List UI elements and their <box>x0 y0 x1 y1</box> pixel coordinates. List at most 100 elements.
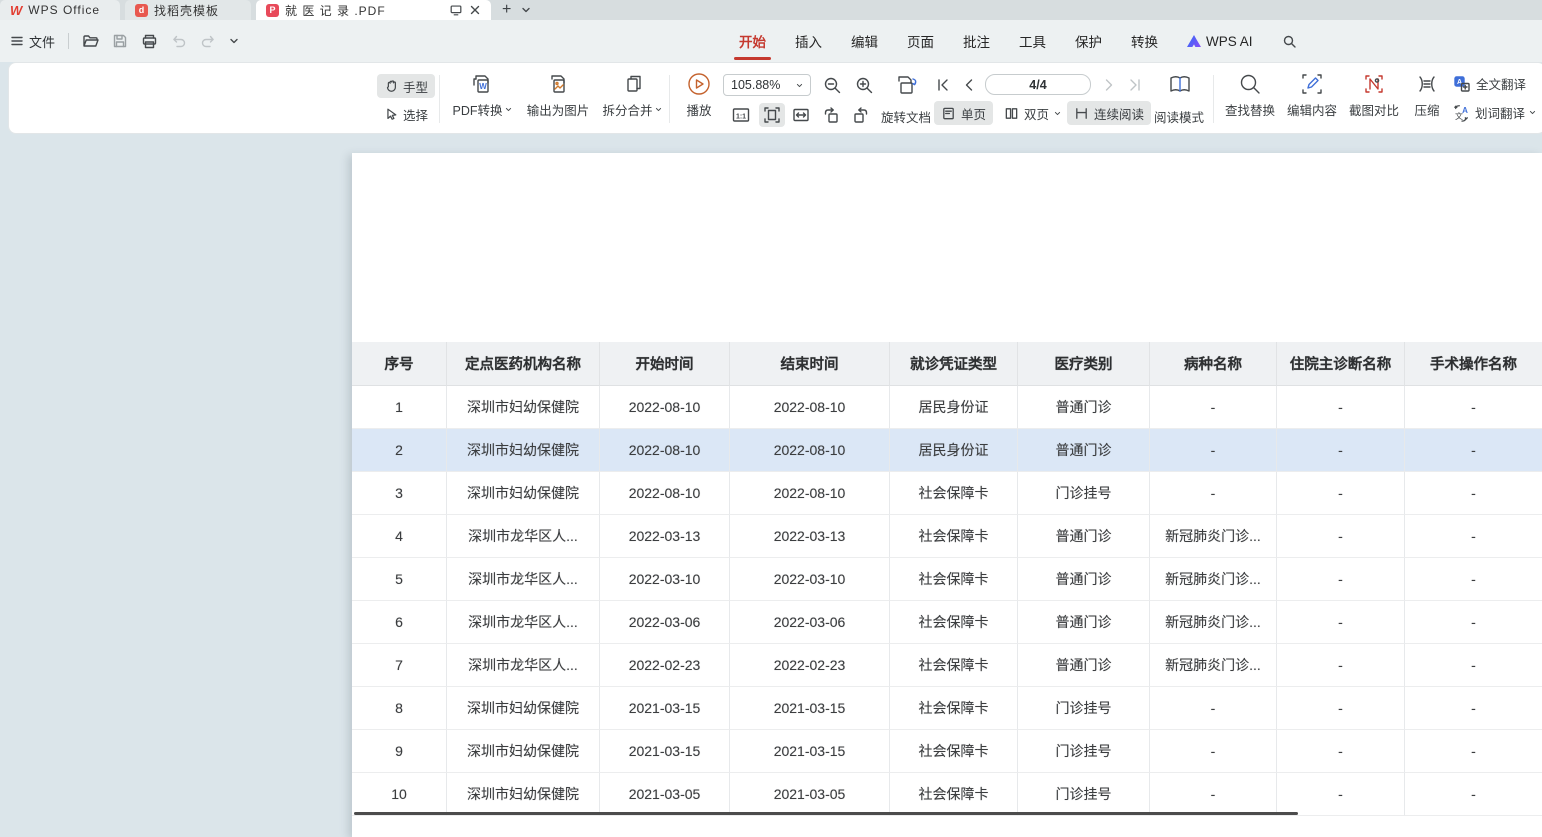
table-cell: - <box>1150 730 1277 773</box>
table-cell: 2022-02-23 <box>730 644 890 687</box>
tab-docer-templates[interactable]: d 找稻壳模板 <box>125 0 251 20</box>
pdf-page: 序号定点医药机构名称开始时间结束时间就诊凭证类型医疗类别病种名称住院主诊断名称手… <box>352 153 1542 837</box>
table-cell: 居民身份证 <box>890 429 1018 472</box>
table-cell: 普通门诊 <box>1018 601 1150 644</box>
table-cell: 社会保障卡 <box>890 730 1018 773</box>
table-cell: 7 <box>352 644 447 687</box>
document-area: 序号定点医药机构名称开始时间结束时间就诊凭证类型医疗类别病种名称住院主诊断名称手… <box>0 134 1542 837</box>
menu-item-page[interactable]: 页面 <box>907 31 934 51</box>
table-cell: 2021-03-15 <box>730 687 890 730</box>
ribbon-toolbar: 手型 选择 W PDF转换 输出为图片 拆分合并 播放 105.88% <box>8 62 1542 134</box>
select-tool-button[interactable]: 选择 <box>377 102 435 126</box>
zoom-level-select[interactable]: 105.88% <box>723 74 811 96</box>
table-cell: 新冠肺炎门诊... <box>1150 558 1277 601</box>
table-cell: - <box>1277 515 1405 558</box>
fit-page-button[interactable] <box>759 103 785 127</box>
last-page-icon[interactable] <box>1127 77 1143 93</box>
edit-content-button[interactable]: 编辑内容 <box>1283 71 1341 119</box>
menu-item-comment[interactable]: 批注 <box>963 31 990 51</box>
first-page-icon[interactable] <box>935 77 951 93</box>
next-page-icon[interactable] <box>1101 77 1117 93</box>
table-cell: - <box>1277 730 1405 773</box>
menu-item-edit[interactable]: 编辑 <box>851 31 878 51</box>
table-cell: - <box>1277 472 1405 515</box>
divider <box>1213 75 1214 123</box>
double-page-button[interactable]: 双页 <box>997 101 1068 125</box>
print-icon[interactable] <box>141 33 158 50</box>
table-cell: - <box>1405 558 1542 601</box>
file-menu-button[interactable]: 文件 <box>10 32 55 51</box>
svg-text:1:1: 1:1 <box>736 114 746 121</box>
redo-icon[interactable] <box>200 33 216 49</box>
rotate-right-icon[interactable] <box>851 105 871 125</box>
table-cell: 2022-08-10 <box>600 429 730 472</box>
word-translate-button[interactable]: A文 划词翻译 <box>1453 103 1536 122</box>
monitor-icon[interactable] <box>449 3 463 17</box>
menu-item-convert[interactable]: 转换 <box>1131 31 1158 51</box>
split-merge-button[interactable]: 拆分合并 <box>597 71 667 119</box>
play-button[interactable]: 播放 <box>679 71 719 119</box>
table-header-cell: 就诊凭证类型 <box>890 342 1018 386</box>
table-cell: - <box>1405 730 1542 773</box>
table-cell: 门诊挂号 <box>1018 687 1150 730</box>
single-page-button[interactable]: 单页 <box>934 101 993 125</box>
rotate-doc-label[interactable]: 旋转文档 <box>881 107 931 126</box>
read-mode-label[interactable]: 阅读模式 <box>1154 107 1204 126</box>
svg-text:A: A <box>1462 106 1468 115</box>
table-cell: - <box>1150 429 1277 472</box>
hand-icon <box>384 79 398 93</box>
table-cell: 新冠肺炎门诊... <box>1150 515 1277 558</box>
tab-wps-home[interactable]: W WPS Office <box>0 0 120 20</box>
close-tab-icon[interactable] <box>469 4 481 16</box>
table-cell: 2022-08-10 <box>600 472 730 515</box>
tab-label: WPS Office <box>28 3 110 17</box>
rotate-left-icon[interactable] <box>821 105 841 125</box>
table-cell: - <box>1150 773 1277 816</box>
hand-tool-label: 手型 <box>403 77 428 96</box>
save-icon[interactable] <box>112 33 128 49</box>
undo-history-chevron-icon[interactable] <box>229 36 239 46</box>
table-cell: 4 <box>352 515 447 558</box>
find-replace-button[interactable]: 查找替换 <box>1221 71 1279 119</box>
table-cell: 深圳市龙华区人... <box>447 558 600 601</box>
tab-document-active[interactable]: P 就 医 记 录 .PDF <box>256 0 491 20</box>
table-cell: 深圳市妇幼保健院 <box>447 687 600 730</box>
menu-item-protect[interactable]: 保护 <box>1075 31 1102 51</box>
tab-label: 找稻壳模板 <box>154 2 241 19</box>
actual-size-icon[interactable]: 1:1 <box>731 105 751 125</box>
prev-page-icon[interactable] <box>961 77 977 93</box>
table-cell: 2022-03-10 <box>730 558 890 601</box>
table-cell: 普通门诊 <box>1018 558 1150 601</box>
menu-item-tools[interactable]: 工具 <box>1019 31 1046 51</box>
fit-width-icon[interactable] <box>791 105 811 125</box>
export-image-button[interactable]: 输出为图片 <box>521 71 595 119</box>
menu-item-home[interactable]: 开始 <box>739 31 766 51</box>
wps-ai-button[interactable]: WPS AI <box>1187 34 1253 49</box>
menu-search-icon[interactable] <box>1282 34 1297 49</box>
select-tool-label: 选择 <box>403 105 428 124</box>
read-mode-icon[interactable] <box>1167 72 1193 98</box>
divider <box>669 75 670 123</box>
pdf-convert-button[interactable]: W PDF转换 <box>447 71 517 119</box>
table-cell: 5 <box>352 558 447 601</box>
tab-list-chevron-icon[interactable] <box>521 5 531 15</box>
quick-access-toolbar: 文件 <box>10 20 239 62</box>
table-cell: 门诊挂号 <box>1018 730 1150 773</box>
menu-item-insert[interactable]: 插入 <box>795 31 822 51</box>
hand-tool-button[interactable]: 手型 <box>377 74 435 98</box>
zoom-in-icon[interactable] <box>855 76 874 95</box>
open-folder-icon[interactable] <box>82 33 99 50</box>
screenshot-compare-button[interactable]: 截图对比 <box>1345 71 1403 119</box>
table-header-cell: 住院主诊断名称 <box>1277 342 1405 386</box>
full-translate-button[interactable]: A 全文翻译 <box>1453 74 1526 93</box>
rotate-pages-icon[interactable] <box>893 71 921 99</box>
table-cell: - <box>1277 386 1405 429</box>
table-cell: 2022-08-10 <box>730 386 890 429</box>
undo-icon[interactable] <box>171 33 187 49</box>
page-number-input[interactable] <box>985 74 1091 95</box>
compress-button[interactable]: 压缩 <box>1405 71 1449 119</box>
new-tab-button[interactable]: + <box>502 1 511 19</box>
continuous-read-button[interactable]: 连续阅读 <box>1067 101 1151 125</box>
table-cell: 2021-03-05 <box>600 773 730 816</box>
zoom-out-icon[interactable] <box>823 76 842 95</box>
